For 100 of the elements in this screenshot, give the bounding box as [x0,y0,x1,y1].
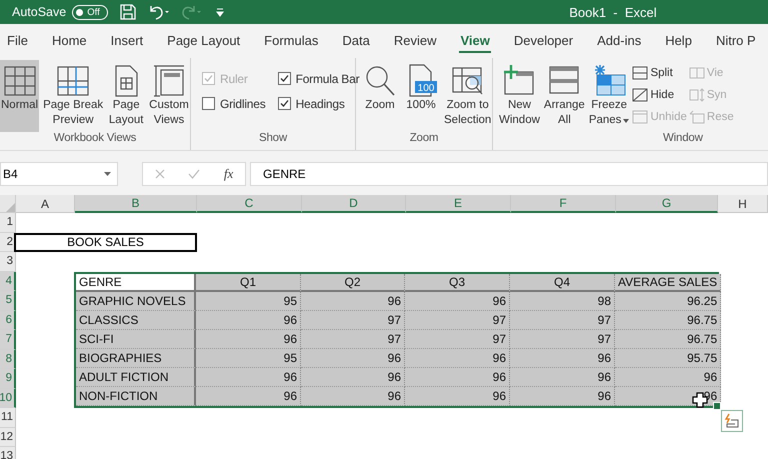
ribbon-button[interactable]: Split [632,64,687,82]
check-icon [280,74,289,83]
table-cell: 96 [405,387,510,406]
ribbon-button[interactable]: Custom Views [148,60,190,132]
row-header[interactable]: 5 [0,291,16,310]
table-cell: 97 [510,311,615,330]
ribbon-button[interactable]: Freeze Panes [588,60,630,132]
ribbon-button[interactable]: Normal [0,60,40,132]
column-header[interactable]: B [75,195,197,213]
name-box[interactable]: B4 [0,162,118,186]
undo-icon[interactable] [148,4,170,20]
window-title: Book1 - Excel [569,4,657,20]
formula-field[interactable]: GENRE [250,162,768,186]
ribbon-button[interactable]: Page Layout [107,60,146,132]
table-cell: BIOGRAPHIES [76,349,196,368]
checkbox[interactable]: Formula Bar [278,66,360,91]
table-cell: 96 [196,368,301,388]
table-cell: 96 [615,368,722,388]
row-header[interactable]: 4 [0,272,16,291]
ribbon-tab[interactable]: Insert [110,30,144,52]
table-cell: 95.75 [615,349,722,368]
table-cell: 96 [196,387,301,406]
group-label: Show [258,132,288,144]
table-cell: NON-FICTION [76,387,196,406]
row-header[interactable]: 10 [0,388,16,408]
table-cell: 96 [301,387,405,406]
table-cell: 96 [405,368,510,388]
table-cell: 96.75 [615,330,722,350]
column-header[interactable]: F [511,195,616,213]
ribbon-tab[interactable]: File [6,30,29,52]
column-header[interactable]: E [406,195,511,213]
row-header[interactable]: 6 [0,310,16,330]
table-cell: 96 [405,292,510,312]
ribbon-button[interactable]: Hide [632,86,687,104]
title-cell: BOOK SALES [14,232,197,252]
table-cell: 96 [510,349,615,368]
column-header[interactable]: A [16,195,75,213]
ribbon-tab[interactable]: Nitro P [714,30,757,52]
table-cell: 97 [405,311,510,330]
table-cell: 96 [196,311,301,330]
save-icon[interactable] [120,4,136,20]
table-cell: 98 [510,292,615,312]
row-header[interactable]: 3 [0,252,16,272]
ribbon-tab[interactable]: Add-ins [596,30,642,52]
ribbon-button[interactable]: Page Break Preview [42,60,104,132]
ribbon-tab[interactable]: Developer [512,30,574,52]
table-header-cell: AVERAGE SALES [615,274,722,292]
row-header[interactable]: 11 [0,408,16,428]
column-header[interactable]: D [302,195,406,213]
ribbon-button[interactable]: New Window [498,60,541,132]
ribbon-tab[interactable]: Home [50,30,88,52]
ribbon-tab[interactable]: Page Layout [166,30,242,52]
row-header[interactable]: 13 [0,447,16,459]
autosave-toggle[interactable]: Off [72,4,108,20]
ribbon-button[interactable]: Zoom [361,60,399,132]
table-cell: ADULT FICTION [76,368,196,388]
check-icon[interactable] [188,169,200,179]
row-header[interactable]: 12 [0,428,16,447]
sync-scroll-icon [688,88,705,102]
checkbox[interactable]: Headings [278,91,360,116]
table-header-cell: Q3 [405,274,510,292]
quick-analysis-button[interactable] [721,410,743,432]
ribbon-tab[interactable]: Data [341,30,371,52]
row-header[interactable]: 7 [0,330,16,350]
check-icon [204,74,213,83]
ribbon-button[interactable]: Zoom to Selection [443,60,492,132]
row-header[interactable]: 1 [0,213,16,232]
table-cell: 96 [510,368,615,388]
ribbon-tab[interactable]: Help [664,30,693,52]
column-header[interactable]: C [197,195,302,213]
table-header-cell: Q4 [510,274,615,292]
table-cell: 96.75 [615,311,722,330]
table-cell: 97 [301,330,405,350]
column-header[interactable]: H [718,195,768,213]
ribbon-tab[interactable]: View [459,30,491,52]
row-header[interactable]: 9 [0,369,16,388]
fill-handle[interactable] [713,402,721,410]
ribbon-button[interactable]: Arrange All [542,60,586,132]
insert-function-button[interactable]: fx [224,166,234,182]
table-cell: 97 [301,311,405,330]
table-cell: 96 [301,292,405,312]
table-cell: 96.25 [615,292,722,312]
check-icon [280,99,289,108]
customize-icon[interactable] [216,7,224,17]
table-cell: 96 [301,349,405,368]
ribbon-tab[interactable]: Formulas [263,30,320,52]
column-header[interactable]: G [616,195,718,213]
ribbon-button[interactable]: 100 100% [402,60,440,132]
hide-icon [632,88,648,102]
row-header[interactable]: 8 [0,350,16,369]
table-cell: 97 [405,330,510,350]
unhide-icon [632,110,648,124]
table-header-cell: Q2 [301,274,405,292]
checkbox[interactable]: Gridlines [202,91,266,116]
group-label: Workbook Views [52,132,138,144]
table-cell: 96 [405,349,510,368]
group-label: Window [662,132,704,144]
ribbon-tab[interactable]: Review [392,30,438,52]
table-header-cell: GENRE [76,274,196,292]
autosave-label: AutoSave [12,5,66,19]
